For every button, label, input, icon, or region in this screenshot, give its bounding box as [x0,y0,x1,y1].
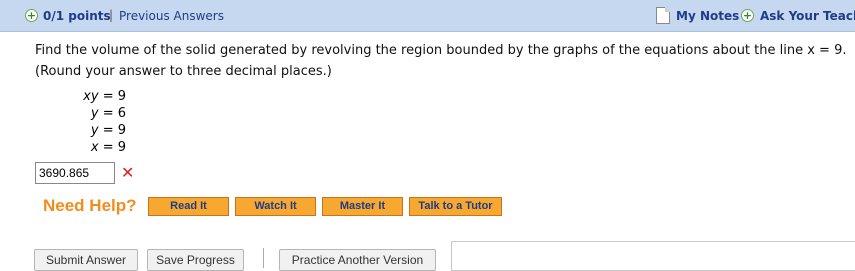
points-label: 0/1 points [43,9,111,23]
equation-rhs: = 6 [102,106,126,121]
master-it-button[interactable]: Master It [321,196,404,217]
separator: | [109,8,114,22]
my-notes-link[interactable]: My Notes [676,9,739,23]
plus-icon[interactable]: + [25,9,38,22]
equation-lhs: x [90,140,99,155]
equation-rhs: = 9 [102,123,126,138]
previous-answers-link[interactable]: Previous Answers [119,9,224,23]
talk-to-tutor-button[interactable]: Talk to a Tutor [408,196,503,217]
equation: x = 9 [80,139,126,156]
equation: y = 6 [80,105,126,122]
practice-another-version-button[interactable]: Practice Another Version [279,249,436,271]
plus-icon[interactable]: + [741,9,754,22]
note-icon[interactable] [656,7,670,24]
equation-list: xy = 9 y = 6 y = 9 x = 9 [80,88,126,156]
answer-input[interactable]: 3690.865 [35,162,115,184]
submit-answer-button[interactable]: Submit Answer [34,249,138,271]
equation-lhs: y [90,106,99,121]
side-panel [451,241,855,271]
question-text: Find the volume of the solid generated b… [35,43,847,79]
header-bar: + 0/1 points | Previous Answers My Notes… [0,0,855,32]
equation: xy = 9 [80,88,126,105]
divider [263,248,264,268]
read-it-button[interactable]: Read It [147,196,230,217]
equation: y = 9 [80,122,126,139]
equation-rhs: = 9 [102,89,126,104]
ask-teacher-link[interactable]: Ask Your Teacher [760,9,855,23]
watch-it-button[interactable]: Watch It [234,196,317,217]
save-progress-button[interactable]: Save Progress [147,249,244,271]
incorrect-x-icon: ✕ [121,163,135,182]
need-help-label: Need Help? [43,196,137,215]
equation-rhs: = 9 [102,140,126,155]
equation-lhs: y [90,123,99,138]
equation-lhs: xy [83,89,99,104]
